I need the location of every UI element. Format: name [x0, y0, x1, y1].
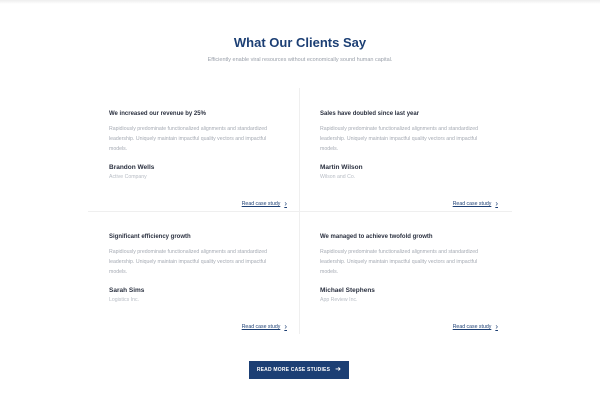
grid-divider-horizontal	[88, 211, 512, 212]
testimonial-author-name: Sarah Sims	[109, 287, 145, 294]
testimonial-headline: Sales have doubled since last year	[320, 111, 420, 117]
read-case-study-label: Read case study	[241, 324, 281, 330]
chevron-right-icon: ›	[284, 322, 287, 331]
testimonial-body: Rapidiously predominate functionalized a…	[320, 249, 479, 275]
top-shadow-bar	[0, 0, 600, 4]
testimonial-card: Sales have doubled since last year Rapid…	[320, 110, 510, 210]
chevron-right-icon: ›	[284, 199, 287, 208]
testimonial-author-name: Martin Wilson	[320, 164, 363, 171]
testimonial-card: We increased our revenue by 25% Rapidiou…	[109, 110, 299, 210]
testimonial-headline: We managed to achieve twofold growth	[320, 234, 433, 240]
section-title: What Our Clients Say	[233, 35, 367, 50]
read-case-study-label: Read case study	[241, 201, 281, 207]
testimonial-body: Rapidiously predominate functionalized a…	[109, 249, 268, 275]
read-case-study-label: Read case study	[452, 201, 492, 207]
read-case-study-link[interactable]: Read case study ›	[241, 199, 287, 208]
read-case-study-link[interactable]: Read case study ›	[452, 322, 498, 331]
testimonial-author-name: Michael Stephens	[320, 287, 375, 294]
read-case-study-link[interactable]: Read case study ›	[452, 199, 498, 208]
testimonial-headline: We increased our revenue by 25%	[109, 111, 206, 117]
read-case-study-link[interactable]: Read case study ›	[241, 322, 287, 331]
read-more-case-studies-button[interactable]: READ MORE CASE STUDIES ➜	[249, 361, 349, 379]
testimonial-body: Rapidiously predominate functionalized a…	[320, 126, 479, 152]
testimonial-body: Rapidiously predominate functionalized a…	[109, 126, 268, 152]
testimonial-headline: Significant efficiency growth	[109, 234, 191, 240]
read-more-case-studies-label: READ MORE CASE STUDIES	[256, 367, 331, 373]
chevron-right-icon: ›	[495, 199, 498, 208]
testimonial-author-company: Logistics Inc.	[109, 297, 139, 303]
testimonials-grid: We increased our revenue by 25% Rapidiou…	[88, 88, 512, 334]
testimonial-author-company: Active Company	[109, 174, 147, 180]
arrow-right-icon: ➜	[335, 366, 342, 373]
testimonial-author-company: App Review Inc.	[320, 297, 358, 303]
testimonial-card: We managed to achieve twofold growth Rap…	[320, 233, 510, 333]
chevron-right-icon: ›	[495, 322, 498, 331]
testimonial-author-company: Wilson and Co.	[320, 174, 356, 180]
testimonial-author-name: Brandon Wells	[109, 164, 155, 171]
testimonial-card: Significant efficiency growth Rapidiousl…	[109, 233, 299, 333]
section-subtitle: Efficiently enable viral resources witho…	[207, 57, 393, 63]
read-case-study-label: Read case study	[452, 324, 492, 330]
